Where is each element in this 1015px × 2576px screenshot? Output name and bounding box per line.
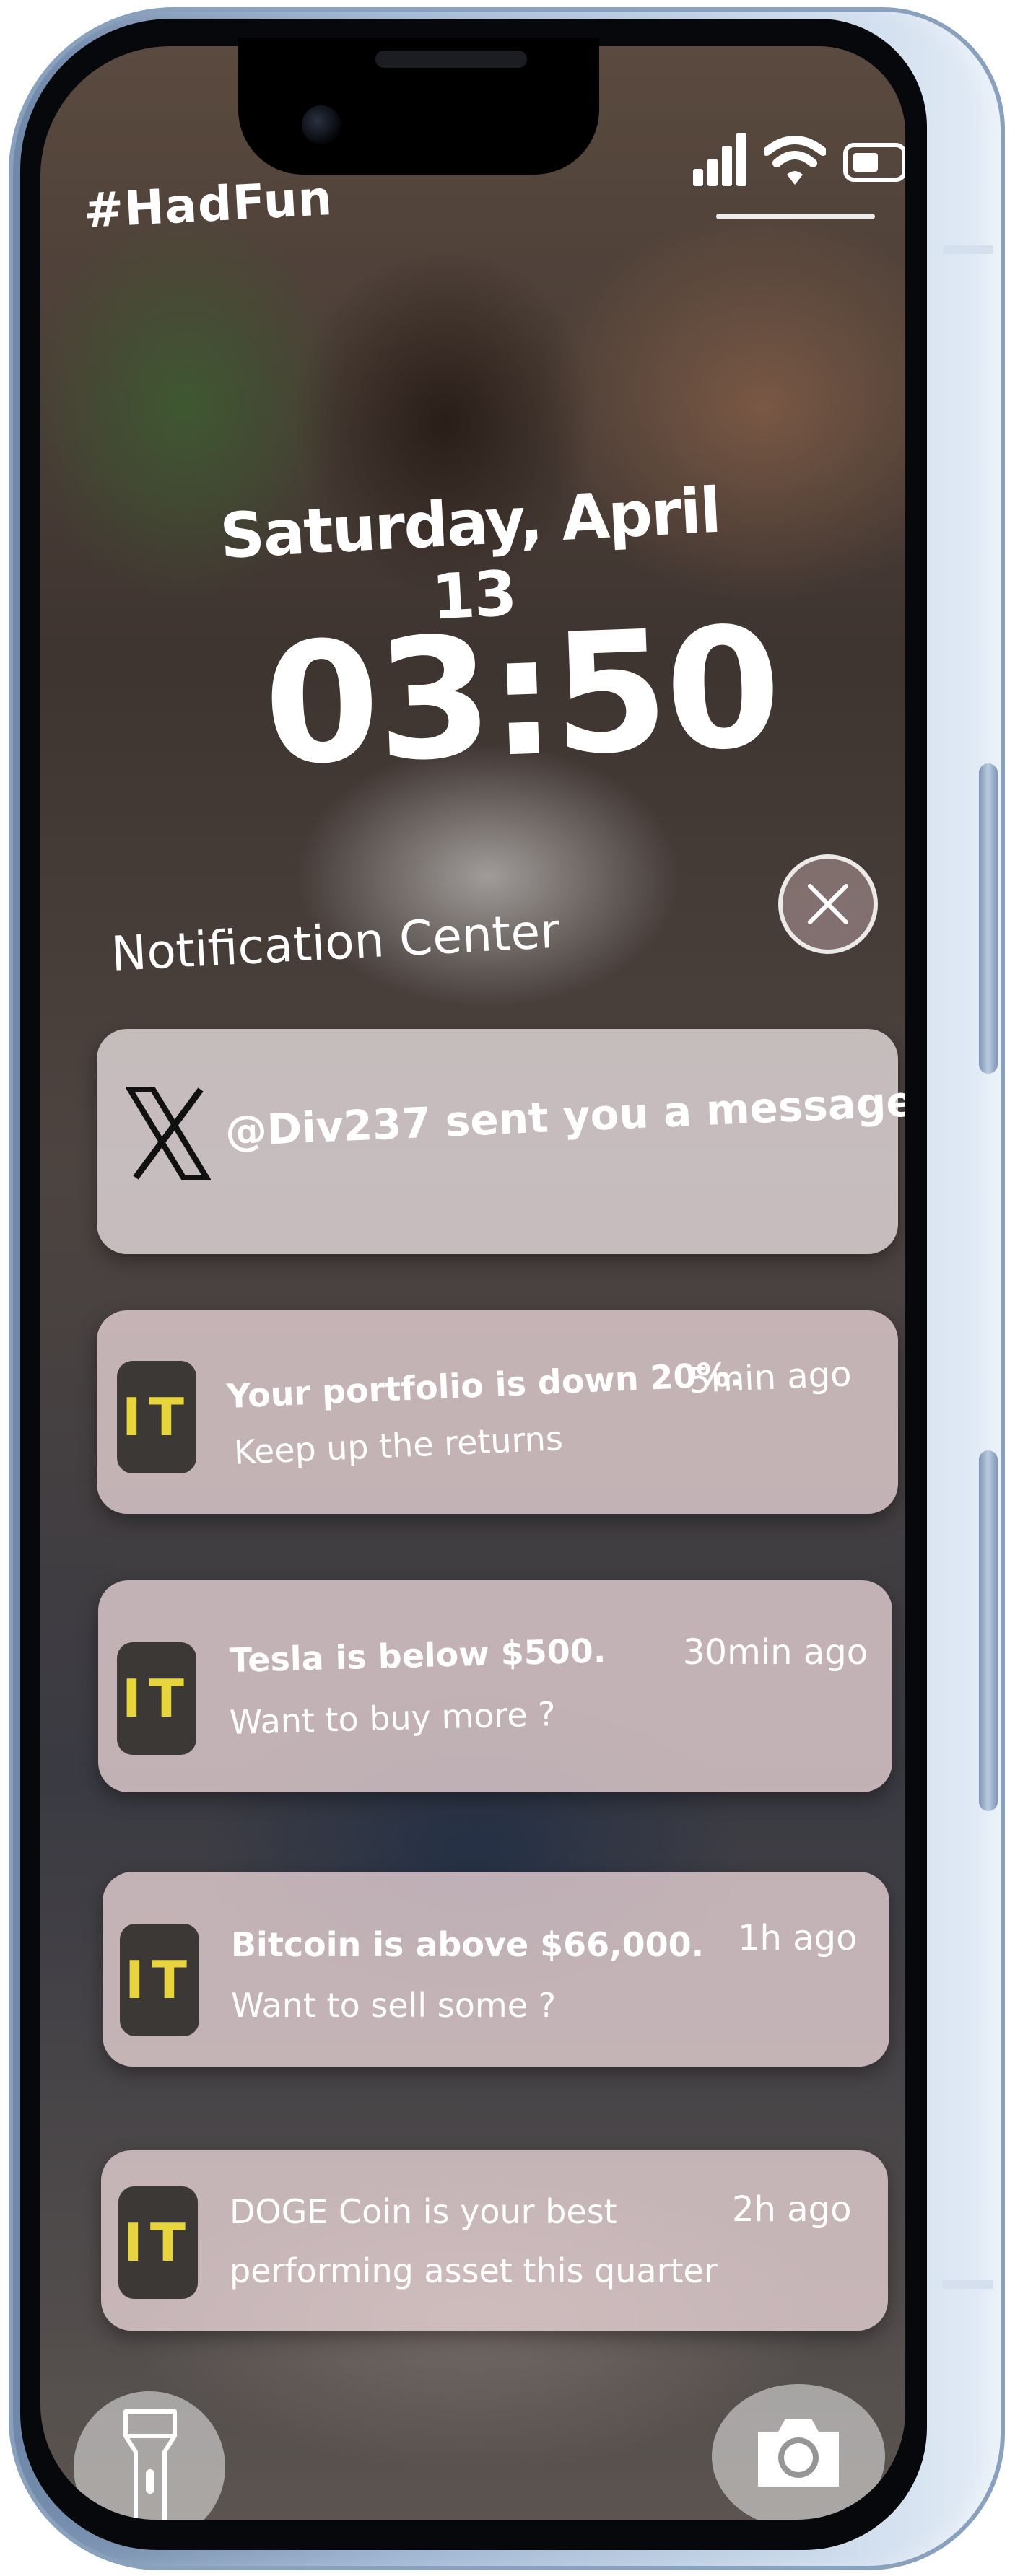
notification-time: 1h ago [738,1918,858,1958]
notification-body: Want to sell some ? [231,1986,557,2025]
camera-button[interactable] [712,2384,885,2520]
app-icon: IT [117,1642,196,1755]
notification-card[interactable]: IT Tesla is below $500. Want to buy more… [98,1580,892,1792]
notification-card[interactable]: IT Your portfolio is down 20%. Keep up t… [97,1310,898,1514]
notification-body: Keep up the returns [232,1419,564,1472]
app-icon: IT [120,1924,199,2036]
hashtag-label: #HadFun [82,170,334,239]
notification-body: performing asset this quarter [230,2251,718,2290]
notification-center-title: Notification Center [109,903,561,982]
notification-body: Want to buy more ? [229,1694,557,1742]
app-icon: IT [118,2186,198,2299]
notification-time: 30min ago [683,1632,868,1673]
status-bar [692,130,905,209]
wifi-icon [764,136,826,185]
lock-time: 03:50 [261,592,782,802]
notification-title: Bitcoin is above $66,000. [231,1925,705,1964]
cellular-signal-icon [693,133,746,186]
power-button [979,763,998,1074]
notification-card-x[interactable]: @Div237 sent you a message [97,1029,905,1254]
app-icon: IT [117,1361,196,1473]
flashlight-icon [123,2409,177,2520]
antenna-band [943,2280,993,2289]
notification-card[interactable]: IT DOGE Coin is your best performing ass… [101,2150,888,2331]
notification-time: 2h ago [732,2189,852,2230]
notification-title: Tesla is below $500. [229,1631,606,1680]
flashlight-button[interactable] [74,2391,225,2520]
notification-title: Your portfolio is down 20%. [225,1354,744,1416]
x-logo-icon [126,1087,211,1180]
status-underline [716,214,875,219]
notification-message: @Div237 sent you a message [224,1077,905,1156]
earpiece-speaker [375,51,527,68]
notification-card[interactable]: IT Bitcoin is above $66,000. Want to sel… [103,1872,889,2067]
front-camera [302,105,341,144]
volume-button [979,1450,998,1811]
notification-title: DOGE Coin is your best [230,2192,617,2231]
notification-time: 5min ago [687,1354,853,1401]
battery-icon [843,143,905,182]
lock-screen: #HadFun Saturday, April 13 03:50 Notific… [40,46,905,2520]
close-notifications-button[interactable] [778,854,878,954]
close-icon [808,884,848,924]
antenna-band [943,245,993,254]
camera-icon [758,2419,839,2487]
